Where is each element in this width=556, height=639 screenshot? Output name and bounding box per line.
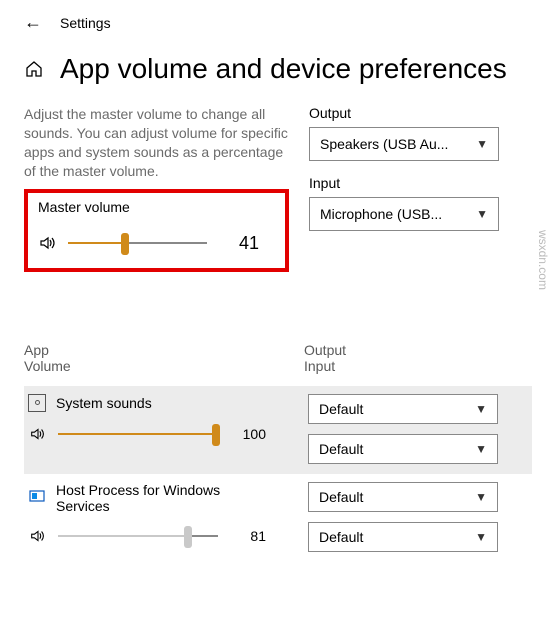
- app-name: Host Process for Windows Services: [56, 482, 256, 514]
- app-input-selected: Default: [319, 441, 363, 457]
- app-volume-value: 100: [238, 426, 266, 442]
- app-output-selected: Default: [319, 401, 363, 417]
- input-label: Input: [309, 175, 532, 191]
- watermark: wsxdn.com: [536, 229, 550, 289]
- system-sounds-icon: [28, 394, 46, 412]
- master-volume-slider[interactable]: [68, 235, 207, 251]
- speaker-icon[interactable]: [28, 526, 48, 546]
- header-title: Settings: [60, 15, 111, 31]
- chevron-down-icon: ▼: [475, 442, 487, 456]
- app-name: System sounds: [56, 395, 152, 411]
- table-row: System sounds 100 Default: [24, 386, 532, 474]
- master-volume-label: Master volume: [38, 199, 275, 215]
- chevron-down-icon: ▼: [475, 490, 487, 504]
- table-row: Host Process for Windows Services 81: [24, 474, 532, 562]
- output-selected: Speakers (USB Au...: [320, 136, 448, 152]
- host-process-icon: [28, 489, 46, 507]
- app-input-dropdown[interactable]: Default ▼: [308, 522, 498, 552]
- app-volume-slider[interactable]: [58, 528, 218, 544]
- master-volume-highlight: Master volume 41: [24, 189, 289, 272]
- app-input-dropdown[interactable]: Default ▼: [308, 434, 498, 464]
- chevron-down-icon: ▼: [476, 207, 488, 221]
- app-volume-slider[interactable]: [58, 426, 218, 442]
- col-header-app: App: [24, 342, 304, 358]
- app-input-selected: Default: [319, 529, 363, 545]
- back-button[interactable]: ←: [24, 12, 42, 33]
- input-selected: Microphone (USB...: [320, 206, 442, 222]
- app-output-dropdown[interactable]: Default ▼: [308, 394, 498, 424]
- col-header-output: Output: [304, 342, 532, 358]
- page-title: App volume and device preferences: [60, 53, 507, 85]
- col-header-input: Input: [304, 358, 532, 374]
- speaker-icon[interactable]: [28, 424, 48, 444]
- speaker-icon[interactable]: [38, 233, 58, 253]
- app-volume-value: 81: [238, 528, 266, 544]
- output-dropdown[interactable]: Speakers (USB Au... ▼: [309, 127, 499, 161]
- chevron-down-icon: ▼: [476, 137, 488, 151]
- chevron-down-icon: ▼: [475, 402, 487, 416]
- app-output-selected: Default: [319, 489, 363, 505]
- col-header-volume: Volume: [24, 358, 304, 374]
- chevron-down-icon: ▼: [475, 530, 487, 544]
- app-output-dropdown[interactable]: Default ▼: [308, 482, 498, 512]
- input-dropdown[interactable]: Microphone (USB... ▼: [309, 197, 499, 231]
- output-label: Output: [309, 105, 532, 121]
- master-volume-value: 41: [227, 233, 259, 254]
- page-description: Adjust the master volume to change all s…: [24, 105, 289, 181]
- home-icon[interactable]: [24, 59, 44, 79]
